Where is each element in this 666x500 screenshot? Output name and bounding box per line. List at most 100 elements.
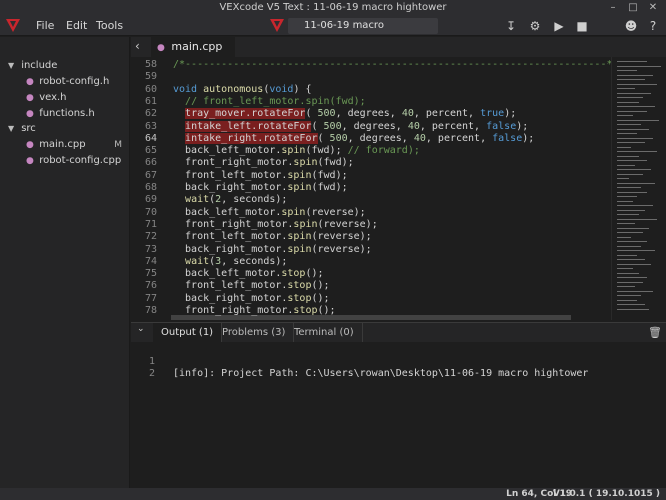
minimap-line (617, 178, 629, 179)
line-number: 73 (144, 243, 157, 255)
minimize-icon[interactable]: – (604, 0, 622, 16)
minimap-line (617, 151, 657, 152)
code-line[interactable]: 58 /*------------------------------------… (131, 59, 611, 71)
vex-logo-icon (6, 19, 20, 32)
minimap-line (617, 61, 647, 62)
minimap-line (617, 106, 655, 107)
tab-main-cpp[interactable]: ● main.cpp (151, 37, 235, 57)
menu-file[interactable]: File (36, 19, 54, 32)
tab-problems[interactable]: Problems (3) (214, 323, 295, 343)
code-line[interactable]: 71 front_right_motor.spin(reverse); (131, 219, 611, 231)
minimap-line (617, 209, 645, 211)
folder-src[interactable]: ▼ src (8, 122, 36, 136)
folder-label: src (21, 123, 36, 134)
code-line[interactable]: 76 front_left_motor.stop(); (131, 280, 611, 292)
code-text: // front_left_motor.spin(fwd); (185, 95, 366, 107)
maximize-icon[interactable]: □ (624, 0, 642, 16)
code-line[interactable]: 73 back_right_motor.spin(reverse); (131, 244, 611, 256)
code-text: front_left_motor.stop(); (173, 280, 330, 292)
minimap-line (617, 196, 637, 197)
minimap-line (617, 164, 635, 166)
code-line[interactable]: 61 // front_left_motor.spin(fwd); (131, 96, 611, 108)
file-item[interactable]: ● functions.h (26, 107, 95, 121)
line-number: 66 (144, 157, 157, 169)
folder-include[interactable]: ▼ include (8, 59, 57, 73)
menu-edit[interactable]: Edit (66, 19, 87, 32)
output-panel[interactable]: 1 [info]: Project Path: C:\Users\rowan\D… (131, 342, 666, 488)
file-item-main-cpp[interactable]: ● main.cpp M (26, 138, 130, 152)
code-line[interactable]: 77 back_right_motor.stop(); (131, 293, 611, 305)
tab-output[interactable]: Output (1) (153, 323, 223, 343)
code-line[interactable]: 78 front_right_motor.stop(); (131, 305, 611, 317)
line-number: 65 (144, 145, 157, 157)
help-icon[interactable]: ? (646, 19, 660, 33)
line-number: 71 (144, 218, 157, 230)
minimap-line (617, 65, 661, 67)
minimap-line (617, 74, 653, 76)
code-line[interactable]: 68 back_right_motor.spin(fwd); (131, 182, 611, 194)
code-text: tray_mover.rotateFor( 500, degrees, 40, … (185, 108, 517, 120)
file-icon: ● (26, 77, 34, 87)
minimap-line (617, 277, 647, 278)
code-line[interactable]: 62 tray_mover.rotateFor( 500, degrees, 4… (131, 108, 611, 120)
tab-label: main.cpp (171, 40, 223, 53)
code-editor[interactable]: 58 /*------------------------------------… (131, 57, 611, 320)
minimap-line (617, 169, 651, 170)
output-line: 1 [info]: Project Path: C:\Users\rowan\D… (131, 344, 666, 379)
file-item[interactable]: ● robot-config.cpp (26, 154, 121, 168)
code-line[interactable]: 59 (131, 71, 611, 83)
gears-icon[interactable]: ⚙ (528, 19, 542, 33)
minimap-line (617, 70, 637, 71)
output-line: 2 (131, 356, 666, 379)
file-icon: ● (26, 140, 34, 150)
code-text: back_left_motor.spin(fwd); // forward); (173, 145, 420, 157)
play-icon[interactable]: ▶ (552, 19, 566, 33)
tab-terminal[interactable]: Terminal (0) (286, 323, 363, 343)
code-line[interactable]: 65 back_left_motor.spin(fwd); // forward… (131, 145, 611, 157)
file-item[interactable]: ● robot-config.h (26, 75, 109, 89)
code-line[interactable]: 70 back_left_motor.spin(reverse); (131, 207, 611, 219)
code-line[interactable]: 67 front_left_motor.spin(fwd); (131, 170, 611, 182)
line-number: 60 (144, 83, 157, 95)
code-text: void autonomous(void) { (173, 83, 312, 95)
minimap-line (617, 218, 657, 220)
code-text: front_right_motor.stop(); (173, 305, 336, 316)
minimap-line (617, 142, 645, 143)
code-line[interactable]: 72 front_left_motor.spin(reverse); (131, 231, 611, 243)
trash-icon[interactable]: 🗑 (648, 326, 662, 339)
code-line[interactable]: 74 wait(3, seconds); (131, 256, 611, 268)
minimap-line (617, 205, 653, 206)
file-item[interactable]: ● vex.h (26, 91, 67, 105)
code-line[interactable]: 66 front_right_motor.spin(fwd); (131, 157, 611, 169)
close-icon[interactable]: ✕ (644, 0, 662, 16)
menu-tools[interactable]: Tools (96, 19, 123, 32)
modified-badge: M (114, 140, 122, 150)
window-title: VEXcode V5 Text : 11-06-19 macro hightow… (219, 2, 447, 13)
title-bar: VEXcode V5 Text : 11-06-19 macro hightow… (0, 0, 666, 16)
back-arrow-icon[interactable]: ‹ (135, 39, 140, 53)
code-line[interactable]: 60 void autonomous(void) { (131, 84, 611, 96)
minimap-line (617, 236, 631, 238)
minimap[interactable] (611, 57, 666, 320)
minimap-line (617, 146, 631, 148)
line-number: 70 (144, 206, 157, 218)
minimap-line (617, 173, 643, 175)
code-line[interactable]: 63 intake_left.rotateFor( 500, degrees, … (131, 120, 611, 133)
code-line[interactable]: 69 wait(2, seconds); (131, 194, 611, 206)
minimap-line (617, 97, 643, 98)
code-line[interactable]: 75 back_left_motor.stop(); (131, 268, 611, 280)
project-name-field[interactable]: 11-06-19 macro (288, 18, 438, 34)
minimap-line (617, 101, 639, 103)
download-icon[interactable]: ↧ (504, 19, 518, 33)
minimap-line (617, 191, 647, 193)
stop-icon[interactable]: ■ (575, 19, 589, 33)
user-icon[interactable]: ☻ (624, 19, 638, 33)
chevron-down-icon[interactable]: ⌄ (137, 324, 145, 334)
code-text: /*--------------------------------------… (173, 59, 611, 70)
minimap-line (617, 241, 647, 242)
code-line[interactable]: 64 intake_right.rotateFor( 500, degrees,… (131, 132, 611, 145)
minimap-line (617, 272, 639, 274)
minimap-line (617, 92, 651, 94)
code-text: wait(3, seconds); (185, 255, 288, 267)
panel-tab-bar: ⌄ Output (1) Problems (3) Terminal (0) 🗑 (131, 322, 666, 343)
